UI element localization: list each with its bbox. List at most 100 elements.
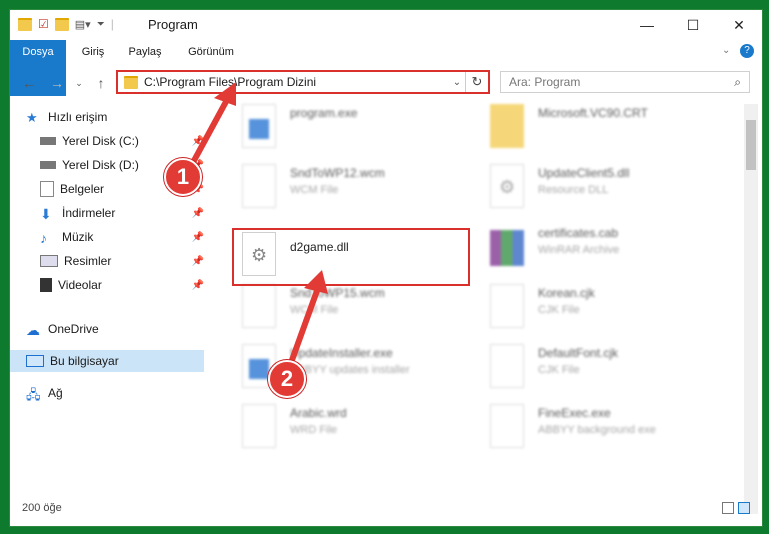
file-item[interactable]: SndToWP12.wcm WCM File	[226, 160, 466, 216]
file-type: WCM File	[290, 304, 339, 316]
scrollbar-thumb[interactable]	[746, 120, 756, 170]
folder-icon	[124, 75, 138, 89]
file-name: DefaultFont.cjk	[538, 346, 619, 360]
search-box[interactable]: Ara: Program ⌕	[500, 71, 750, 93]
file-item[interactable]: FineExec.exe ABBYY background exe	[474, 400, 714, 456]
search-icon[interactable]: ⌕	[734, 75, 741, 90]
cloud-icon: ☁	[26, 322, 40, 338]
file-item[interactable]: UpdateInstaller.exe ABBYY updates instal…	[226, 340, 466, 396]
title-bar: ☑ ▤▾ ⏷ | Program — ☐ ✕	[10, 10, 762, 40]
maximize-button[interactable]: ☐	[670, 10, 716, 40]
file-name: SndToWP15.wcm	[290, 286, 385, 300]
vertical-scrollbar[interactable]	[744, 104, 758, 514]
sidebar-item-music[interactable]: ♪ Müzik 📌	[10, 226, 204, 248]
archive-file-icon	[490, 230, 524, 266]
pin-icon[interactable]: 📌	[192, 256, 204, 267]
network-icon: 🖧	[26, 387, 41, 402]
sidebar-item-videos[interactable]: Videolar 📌	[10, 274, 204, 296]
music-icon: ♪	[40, 230, 47, 246]
file-item[interactable]: SndToWP15.wcm WCM File	[226, 280, 466, 336]
download-icon: ⬇	[40, 206, 52, 222]
window-title: Program	[148, 17, 198, 32]
selection-highlight-d2game	[232, 228, 470, 286]
file-type: ABBYY background exe	[538, 424, 656, 436]
ribbon: Dosya Giriş Paylaş Görünüm ⌄ ?	[10, 40, 762, 96]
sidebar-item-this-pc[interactable]: Bu bilgisayar	[10, 350, 204, 372]
file-item[interactable]: DefaultFont.cjk CJK File	[474, 340, 714, 396]
file-icon	[242, 404, 276, 448]
back-button[interactable]: ←	[18, 72, 40, 94]
file-type: WCM File	[290, 184, 339, 196]
view-toggle-icon[interactable]: ▤▾	[75, 18, 91, 31]
sidebar-item-label: Yerel Disk (C:)	[62, 134, 139, 148]
pin-icon[interactable]: 📌	[192, 232, 204, 243]
sidebar-item-label: OneDrive	[48, 322, 99, 336]
file-type: CJK File	[538, 364, 580, 376]
file-item[interactable]: Microsoft.VC90.CRT	[474, 100, 714, 156]
file-name: UpdateClient5.dll	[538, 166, 630, 180]
file-icon	[490, 404, 524, 448]
file-item[interactable]: program.exe	[226, 100, 466, 156]
recent-locations-button[interactable]: ⌄	[68, 72, 90, 94]
file-item[interactable]: Korean.cjk CJK File	[474, 280, 714, 336]
details-view-icon[interactable]	[722, 502, 734, 514]
pin-icon[interactable]: 📌	[192, 280, 204, 291]
status-item-count: 200 öğe	[22, 502, 62, 514]
file-icon	[490, 284, 524, 328]
help-icon[interactable]: ?	[740, 44, 754, 58]
drive-icon	[40, 161, 56, 169]
new-folder-icon[interactable]	[54, 17, 69, 31]
file-item[interactable]: certificates.cab WinRAR Archive	[474, 220, 714, 276]
up-button[interactable]: ↑	[90, 72, 112, 94]
sidebar-item-label: Ağ	[48, 386, 63, 400]
sidebar-item-onedrive[interactable]: ☁ OneDrive	[10, 318, 204, 340]
separator: |	[110, 17, 114, 31]
pin-icon[interactable]: 📌	[192, 208, 204, 219]
file-name: Arabic.wrd	[290, 406, 347, 420]
properties-icon[interactable]: ☑	[38, 17, 49, 31]
chevron-down-icon[interactable]: ⌄	[449, 77, 465, 88]
sidebar-item-pictures[interactable]: Resimler 📌	[10, 250, 204, 272]
refresh-button[interactable]: ↻	[465, 72, 488, 92]
pin-icon[interactable]: 📌	[192, 136, 204, 147]
file-type: WinRAR Archive	[538, 244, 620, 256]
address-bar[interactable]: C:\Program Files\Program Dizini ⌄ ↻	[116, 70, 490, 94]
search-input[interactable]: Ara: Program	[509, 75, 580, 89]
sidebar-item-quick-access[interactable]: ★ Hızlı erişim	[10, 106, 204, 128]
close-button[interactable]: ✕	[716, 10, 762, 40]
folder-icon[interactable]	[18, 17, 32, 31]
sidebar-item-label: Yerel Disk (D:)	[62, 158, 139, 172]
sidebar-item-network[interactable]: 🖧 Ağ	[10, 382, 204, 404]
file-type: Resource DLL	[538, 184, 609, 196]
callout-1: 1	[164, 158, 202, 196]
folder-icon	[490, 104, 524, 148]
chevron-down-icon[interactable]: ⌄	[722, 45, 730, 56]
tab-home[interactable]: Giriş	[70, 40, 116, 64]
sidebar-item-label: İndirmeler	[62, 206, 116, 220]
file-list: program.exe Microsoft.VC90.CRT SndToWP12…	[216, 100, 740, 498]
large-icons-view-icon[interactable]	[738, 502, 750, 514]
file-name: SndToWP12.wcm	[290, 166, 385, 180]
tab-view[interactable]: Görünüm	[180, 40, 242, 64]
exe-file-icon	[242, 104, 276, 148]
sidebar-item-label: Resimler	[64, 254, 112, 268]
file-type: CJK File	[538, 304, 580, 316]
forward-button[interactable]: →	[46, 72, 68, 94]
quick-access-toolbar: ☑ ▤▾ ⏷ |	[18, 17, 114, 31]
file-item[interactable]: UpdateClient5.dll Resource DLL	[474, 160, 714, 216]
sidebar-item-local-disk-c[interactable]: Yerel Disk (C:) 📌	[10, 130, 204, 152]
navigation-bar: ← → ⌄ ↑ C:\Program Files\Program Dizini …	[10, 68, 762, 98]
file-icon	[242, 284, 276, 328]
file-name: FineExec.exe	[538, 406, 611, 420]
sidebar-item-downloads[interactable]: ⬇ İndirmeler 📌	[10, 202, 204, 224]
customize-icon[interactable]: ⏷	[97, 19, 105, 30]
computer-icon	[26, 355, 44, 367]
callout-2: 2	[268, 360, 306, 398]
file-item[interactable]: Arabic.wrd WRD File	[226, 400, 466, 456]
file-icon	[490, 344, 524, 388]
tab-share[interactable]: Paylaş	[120, 40, 170, 64]
minimize-button[interactable]: —	[624, 10, 670, 40]
file-type: WRD File	[290, 424, 338, 436]
address-path[interactable]: C:\Program Files\Program Dizini	[144, 75, 449, 89]
file-name: certificates.cab	[538, 226, 619, 240]
